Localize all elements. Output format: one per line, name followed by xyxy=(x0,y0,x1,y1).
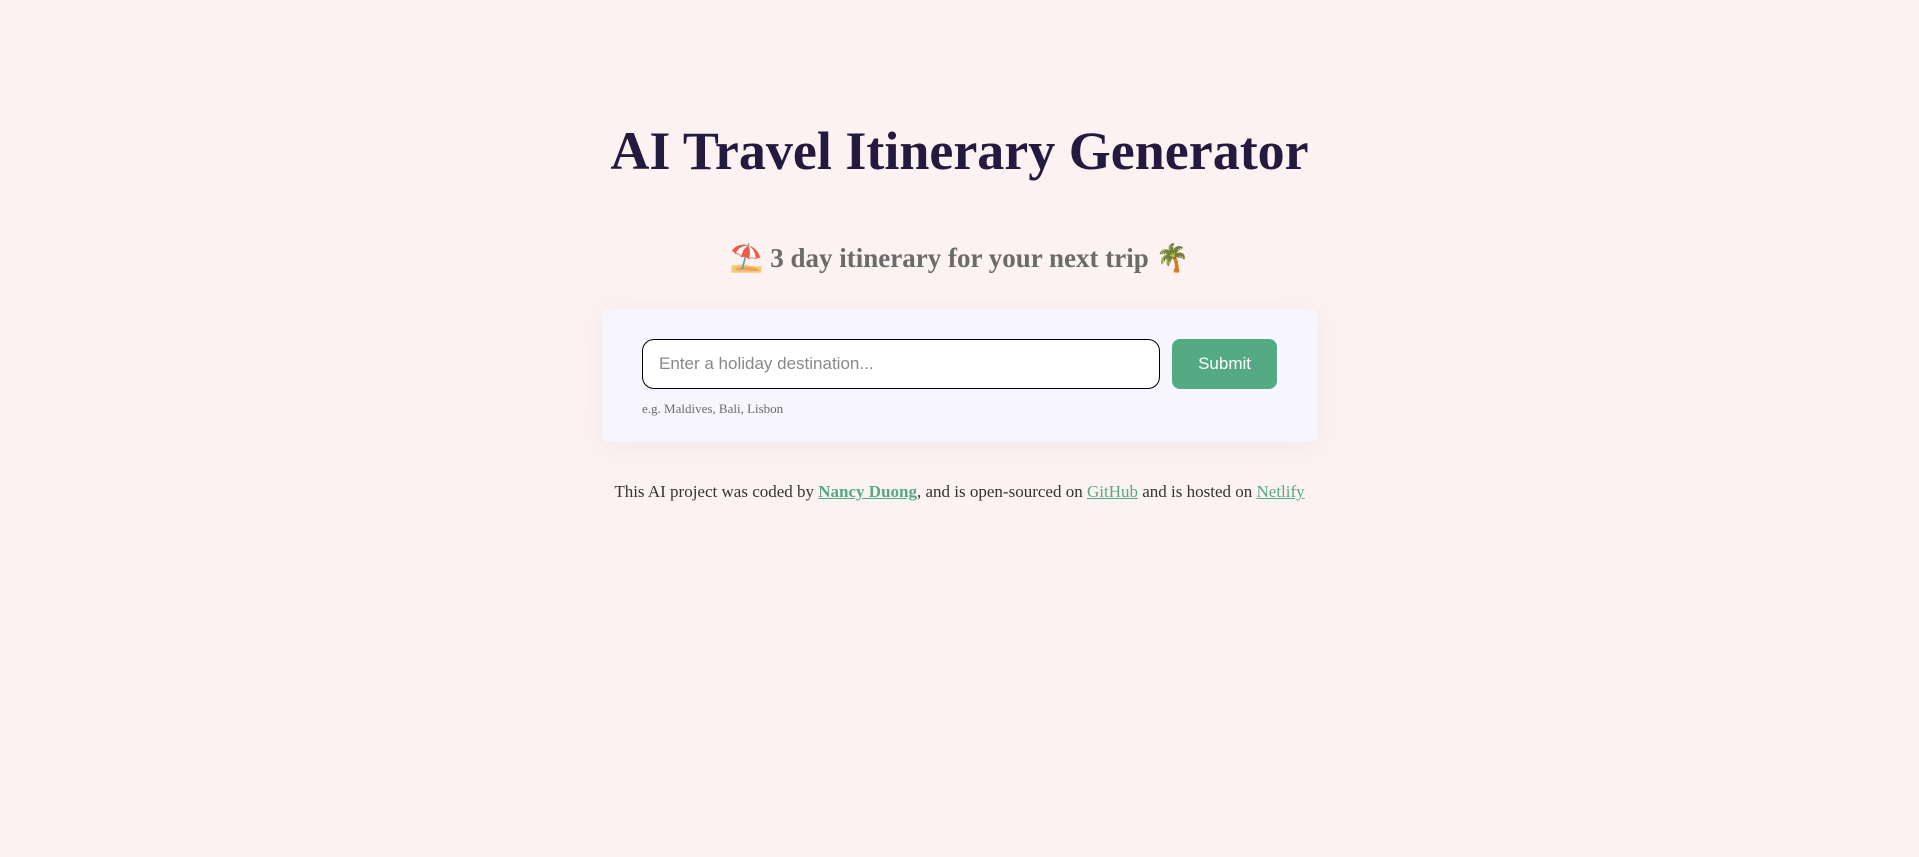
footer-part2: , and is open-sourced on xyxy=(917,482,1087,501)
netlify-link[interactable]: Netlify xyxy=(1257,482,1305,501)
example-hint: e.g. Maldives, Bali, Lisbon xyxy=(642,401,1277,417)
page-subtitle: ⛱️ 3 day itinerary for your next trip 🌴 xyxy=(360,242,1560,274)
footer-part1: This AI project was coded by xyxy=(614,482,818,501)
footer-text: This AI project was coded by Nancy Duong… xyxy=(360,482,1560,502)
submit-button[interactable]: Submit xyxy=(1172,339,1277,389)
destination-form: Submit e.g. Maldives, Bali, Lisbon xyxy=(602,309,1317,442)
author-link[interactable]: Nancy Duong xyxy=(818,482,917,501)
page-title: AI Travel Itinerary Generator xyxy=(360,120,1560,182)
destination-input[interactable] xyxy=(642,339,1160,389)
footer-part3: and is hosted on xyxy=(1138,482,1257,501)
github-link[interactable]: GitHub xyxy=(1087,482,1138,501)
